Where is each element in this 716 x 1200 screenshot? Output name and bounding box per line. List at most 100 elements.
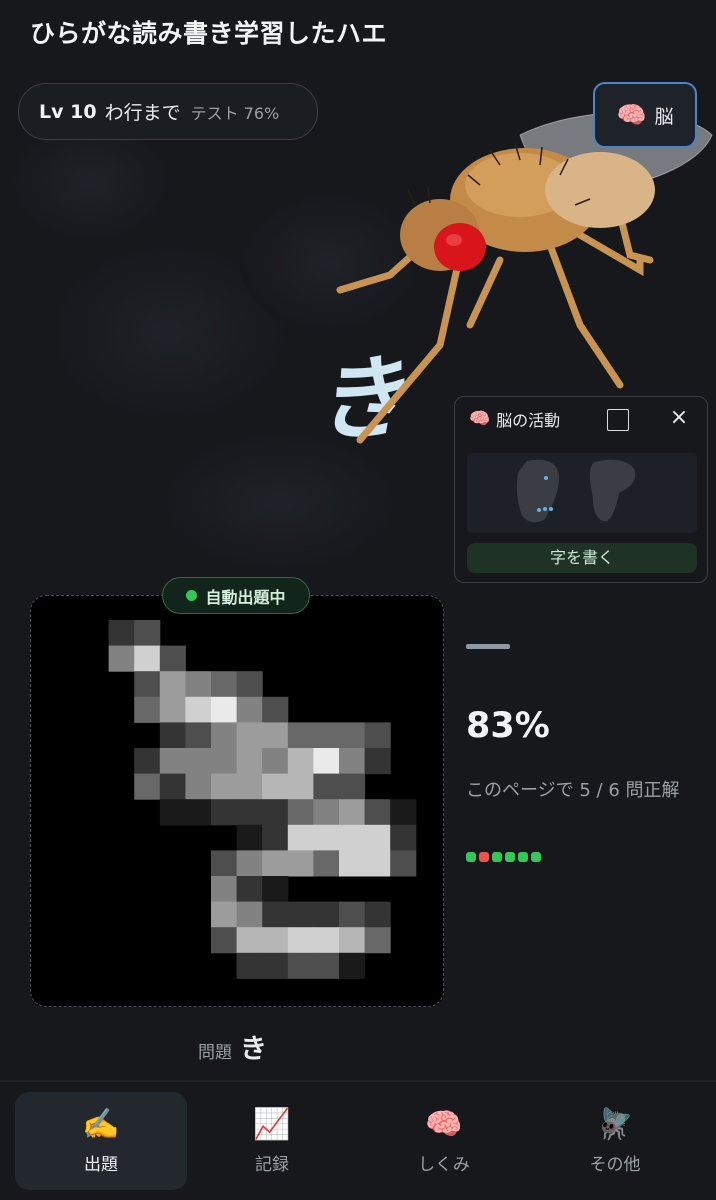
- pixel: [159, 748, 186, 775]
- pixel: [339, 722, 366, 749]
- pixel: [364, 901, 391, 928]
- pixel: [364, 748, 391, 775]
- tab-label: 記録: [255, 1154, 289, 1175]
- pixel: [313, 748, 340, 775]
- pixel: [287, 952, 314, 979]
- pixel: [211, 927, 238, 954]
- brain-map: [516, 459, 636, 523]
- pixel: [364, 927, 391, 954]
- wrong-dot: [479, 852, 489, 862]
- pixel: [262, 952, 289, 979]
- pixel: [313, 901, 340, 928]
- pixel: [159, 773, 186, 800]
- pixel: [134, 773, 161, 800]
- brain-activity-panel: 🧠 脳の活動 × 字を書く: [454, 396, 708, 583]
- pixel: [236, 850, 263, 877]
- drawing-canvas[interactable]: [30, 595, 444, 1007]
- tab-label: その他: [589, 1154, 641, 1175]
- write-character-button[interactable]: 字を書く: [467, 543, 697, 573]
- pixel: [185, 799, 212, 826]
- pixel: [262, 799, 289, 826]
- tab-mechanism[interactable]: 🧠 しくみ: [358, 1092, 530, 1190]
- pixel: [339, 773, 366, 800]
- app-title: ひらがな読み書き学習したハエ: [30, 19, 388, 48]
- pixel: [287, 927, 314, 954]
- page-score: このページで 5 / 6 問正解: [466, 780, 680, 801]
- pixel: [185, 722, 212, 749]
- close-icon[interactable]: ×: [667, 405, 691, 431]
- pixel: [339, 927, 366, 954]
- tab-label: しくみ: [418, 1154, 470, 1175]
- pixel: [236, 773, 263, 800]
- pixel-input: [108, 620, 417, 979]
- pixel: [339, 901, 366, 928]
- pixel: [236, 824, 263, 851]
- correct-dot: [505, 852, 515, 862]
- pixel: [211, 748, 238, 775]
- fly-eye: [434, 223, 486, 271]
- pixel: [211, 722, 238, 749]
- pixel: [236, 696, 263, 723]
- pixel: [287, 850, 314, 877]
- panel-checkbox[interactable]: [607, 409, 629, 431]
- pixel: [287, 824, 314, 851]
- pixel: [108, 620, 135, 647]
- brain-activity-visualization: [467, 453, 697, 533]
- pixel: [364, 824, 391, 851]
- pixel: [236, 671, 263, 698]
- pixel: [236, 927, 263, 954]
- pixel: [262, 773, 289, 800]
- pixel: [390, 824, 417, 851]
- pixel: [134, 748, 161, 775]
- pixel: [134, 645, 161, 672]
- pixel: [313, 850, 340, 877]
- question-label: 問題: [198, 1043, 232, 1063]
- pixel: [236, 722, 263, 749]
- chart-icon: 📈: [253, 1106, 291, 1142]
- pixel: [262, 876, 289, 903]
- answer-history: [466, 852, 541, 862]
- fly-abdomen: [545, 152, 655, 228]
- pixel: [390, 850, 417, 877]
- pixel: [364, 799, 391, 826]
- auto-question-label: 自動出題中: [205, 587, 286, 607]
- brain-icon: 🧠: [425, 1106, 463, 1142]
- pixel: [262, 927, 289, 954]
- pixel: [262, 748, 289, 775]
- pixel: [262, 824, 289, 851]
- pixel: [211, 799, 238, 826]
- pixel: [364, 850, 391, 877]
- panel-header: 🧠 脳の活動: [469, 407, 560, 431]
- pixel: [185, 696, 212, 723]
- tab-other[interactable]: 🪰 その他: [529, 1092, 701, 1190]
- pixel: [236, 901, 263, 928]
- pixel: [159, 645, 186, 672]
- brain-icon: 🧠: [469, 409, 491, 429]
- status-dot: [186, 590, 198, 601]
- level-range: わ行まで: [104, 102, 181, 124]
- pixel: [159, 671, 186, 698]
- writing-hand-icon: ✍️: [82, 1106, 120, 1142]
- pixel: [211, 876, 238, 903]
- tab-quiz[interactable]: ✍️ 出題: [15, 1092, 187, 1190]
- tab-records[interactable]: 📈 記録: [186, 1092, 358, 1190]
- level-indicator[interactable]: Lv 10 わ行まで テスト 76%: [18, 83, 318, 140]
- pixel: [339, 952, 366, 979]
- pixel: [262, 722, 289, 749]
- pixel: [313, 773, 340, 800]
- app-header: ひらがな読み書き学習したハエ: [0, 0, 716, 62]
- pixel: [185, 671, 212, 698]
- pixel: [313, 824, 340, 851]
- pixel: [364, 722, 391, 749]
- pixel: [287, 901, 314, 928]
- pixel: [313, 722, 340, 749]
- pixel: [134, 620, 161, 647]
- pixel: [236, 799, 263, 826]
- pixel: [211, 901, 238, 928]
- panel-title: 脳の活動: [496, 411, 561, 430]
- prediction-confidence: 83%: [466, 706, 550, 746]
- brain-toggle-button[interactable]: 🧠 脳: [593, 82, 697, 148]
- pixel: [262, 696, 289, 723]
- pixel: [236, 952, 263, 979]
- pixel: [185, 773, 212, 800]
